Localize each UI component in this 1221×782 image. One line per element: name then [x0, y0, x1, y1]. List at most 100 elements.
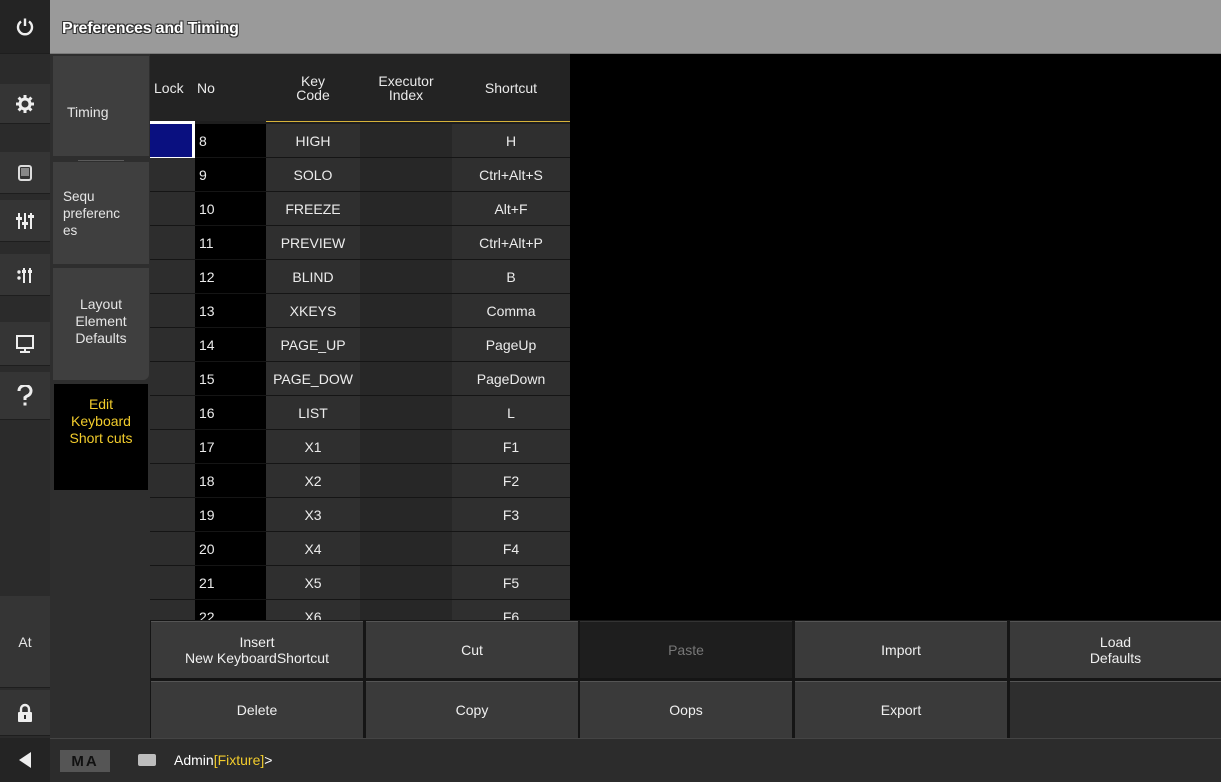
executor-index-cell[interactable] [360, 192, 452, 226]
key-code-cell[interactable]: HIGH [266, 124, 360, 158]
copy-button[interactable]: Copy [366, 681, 578, 738]
column-key-code[interactable]: Key Code [266, 54, 360, 121]
lock-cell[interactable] [150, 362, 195, 396]
tab-sequ-preferences[interactable]: Sequ preferenc es [53, 162, 149, 264]
table-row[interactable]: 18 X2 F2 [150, 464, 570, 498]
executor-index-cell[interactable] [360, 260, 452, 294]
tab-layout-element-defaults[interactable]: Layout Element Defaults [53, 268, 149, 380]
key-code-cell[interactable]: PAGE_UP [266, 328, 360, 362]
tab-edit-keyboard-shortcuts[interactable]: Edit Keyboard Short cuts [54, 384, 148, 490]
no-cell[interactable]: 21 [195, 566, 266, 600]
table-row[interactable]: 15 PAGE_DOW PageDown [150, 362, 570, 396]
executor-index-cell[interactable] [360, 430, 452, 464]
export-button[interactable]: Export [795, 681, 1007, 738]
table-row[interactable]: 14 PAGE_UP PageUp [150, 328, 570, 362]
table-row[interactable]: 21 X5 F5 [150, 566, 570, 600]
lock-cell[interactable] [150, 464, 195, 498]
no-cell[interactable]: 19 [195, 498, 266, 532]
command-line[interactable]: MA Admin[Fixture]> [50, 738, 1221, 782]
executor-index-cell[interactable] [360, 600, 452, 620]
lock-cell[interactable] [150, 294, 195, 328]
executor-index-cell[interactable] [360, 124, 452, 158]
shortcut-cell[interactable]: F6 [452, 600, 570, 620]
shortcut-cell[interactable]: B [452, 260, 570, 294]
lock-cell[interactable] [150, 600, 195, 620]
column-executor-index[interactable]: Executor Index [360, 54, 452, 121]
keyboard-icon[interactable] [138, 754, 156, 766]
executor-index-cell[interactable] [360, 226, 452, 260]
shortcut-cell[interactable]: L [452, 396, 570, 430]
lock-cell[interactable] [150, 566, 195, 600]
shortcut-cell[interactable]: PageDown [452, 362, 570, 396]
shortcut-cell[interactable]: F5 [452, 566, 570, 600]
lock-cell[interactable] [150, 498, 195, 532]
column-shortcut[interactable]: Shortcut [452, 54, 570, 121]
table-row[interactable]: 16 LIST L [150, 396, 570, 430]
key-code-cell[interactable]: X4 [266, 532, 360, 566]
table-row[interactable]: 19 X3 F3 [150, 498, 570, 532]
key-code-cell[interactable]: SOLO [266, 158, 360, 192]
shortcut-cell[interactable]: Alt+F [452, 192, 570, 226]
lock-cell[interactable] [150, 532, 195, 566]
lock-cell[interactable] [150, 158, 195, 192]
shortcut-cell[interactable]: F1 [452, 430, 570, 464]
no-cell[interactable]: 11 [195, 226, 266, 260]
column-no[interactable]: No [195, 54, 266, 121]
key-code-cell[interactable]: FREEZE [266, 192, 360, 226]
power-button[interactable] [0, 0, 50, 54]
table-row[interactable]: 12 BLIND B [150, 260, 570, 294]
table-row[interactable]: 11 PREVIEW Ctrl+Alt+P [150, 226, 570, 260]
no-cell[interactable]: 9 [195, 158, 266, 192]
table-row[interactable]: 13 XKEYS Comma [150, 294, 570, 328]
key-code-cell[interactable]: X1 [266, 430, 360, 464]
selected-lock-cell[interactable] [150, 121, 195, 160]
table-row[interactable]: 9 SOLO Ctrl+Alt+S [150, 158, 570, 192]
help-button[interactable] [0, 372, 50, 420]
no-cell[interactable]: 8 [195, 124, 266, 158]
column-lock[interactable]: Lock [150, 54, 195, 121]
shortcut-cell[interactable]: Comma [452, 294, 570, 328]
settings-button[interactable] [0, 84, 50, 124]
lock-button[interactable] [0, 690, 50, 736]
delete-button[interactable]: Delete [151, 681, 363, 738]
table-row[interactable]: 17 X1 F1 [150, 430, 570, 464]
shortcut-cell[interactable]: F4 [452, 532, 570, 566]
no-cell[interactable]: 12 [195, 260, 266, 294]
faders-button[interactable] [0, 254, 50, 296]
back-button[interactable] [0, 738, 50, 782]
key-code-cell[interactable]: X6 [266, 600, 360, 620]
lock-cell[interactable] [150, 396, 195, 430]
key-code-cell[interactable]: BLIND [266, 260, 360, 294]
key-code-cell[interactable]: XKEYS [266, 294, 360, 328]
key-code-cell[interactable]: PREVIEW [266, 226, 360, 260]
cut-button[interactable]: Cut [366, 621, 578, 678]
no-cell[interactable]: 20 [195, 532, 266, 566]
shortcut-cell[interactable]: H [452, 124, 570, 158]
paste-button[interactable]: Paste [580, 621, 792, 678]
no-cell[interactable]: 18 [195, 464, 266, 498]
no-cell[interactable]: 22 [195, 600, 266, 620]
table-row[interactable]: 20 X4 F4 [150, 532, 570, 566]
oops-button[interactable]: Oops [580, 681, 792, 738]
no-cell[interactable]: 10 [195, 192, 266, 226]
shortcut-cell[interactable]: F2 [452, 464, 570, 498]
insert-new-keyboard-shortcut-button[interactable]: Insert New KeyboardShortcut [151, 621, 363, 678]
tab-timing[interactable]: Timing [53, 56, 149, 161]
lock-cell[interactable] [150, 430, 195, 464]
command-prompt[interactable]: Admin[Fixture]> [174, 752, 272, 768]
executor-index-cell[interactable] [360, 328, 452, 362]
key-code-cell[interactable]: PAGE_DOW [266, 362, 360, 396]
lock-cell[interactable] [150, 260, 195, 294]
executor-index-cell[interactable] [360, 464, 452, 498]
key-code-cell[interactable]: X3 [266, 498, 360, 532]
display-button[interactable] [0, 322, 50, 366]
no-cell[interactable]: 15 [195, 362, 266, 396]
shortcut-cell[interactable]: F3 [452, 498, 570, 532]
lock-cell[interactable] [150, 328, 195, 362]
channel-sliders-button[interactable] [0, 200, 50, 242]
import-button[interactable]: Import [795, 621, 1007, 678]
shortcut-cell[interactable]: PageUp [452, 328, 570, 362]
table-row[interactable]: 8 HIGH H [150, 121, 570, 160]
table-row[interactable]: 22 X6 F6 [150, 600, 570, 620]
shortcut-cell[interactable]: Ctrl+Alt+S [452, 158, 570, 192]
